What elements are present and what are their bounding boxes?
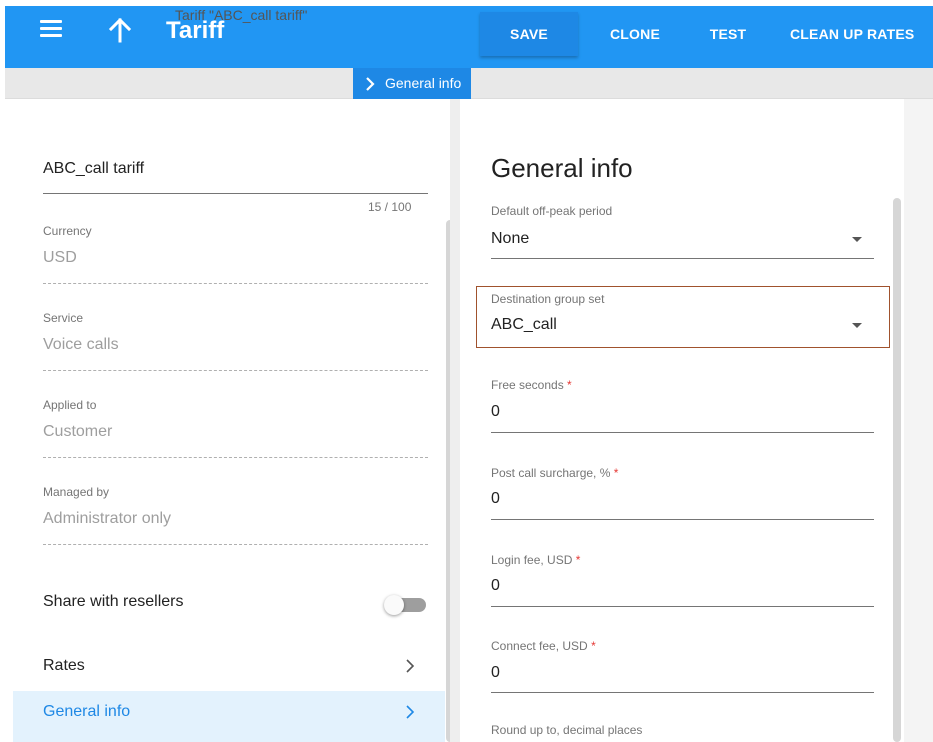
login-fee-value: 0 — [491, 577, 500, 594]
chevron-right-icon — [366, 77, 375, 91]
destination-group-set-value: ABC_call — [491, 316, 557, 333]
panel-scrollbar[interactable] — [893, 198, 901, 742]
divider — [43, 283, 428, 284]
nav-item-label: General info — [43, 703, 131, 720]
nav-item-label: Rates — [43, 657, 85, 674]
save-button[interactable]: SAVE — [480, 12, 578, 56]
arrow-up-icon[interactable] — [108, 17, 132, 43]
managed-by-value: Administrator only — [43, 510, 172, 527]
panel-title: General info — [491, 153, 633, 183]
login-fee-label: Login fee, USD * — [491, 553, 581, 567]
destination-group-set-label: Destination group set — [491, 292, 605, 306]
tariff-name-value: ABC_call tariff — [43, 160, 145, 177]
panel-gutter — [450, 99, 460, 742]
divider — [43, 544, 428, 545]
clone-button[interactable]: CLONE — [600, 12, 670, 56]
share-with-resellers-toggle[interactable] — [384, 595, 428, 615]
underline — [491, 606, 874, 607]
off-peak-period-value: None — [491, 230, 530, 247]
round-up-label: Round up to, decimal places — [491, 723, 643, 737]
chevron-right-icon — [406, 705, 415, 719]
applied-to-label: Applied to — [43, 398, 97, 412]
breadcrumb-current[interactable]: General info — [353, 68, 472, 99]
menu-icon[interactable] — [40, 20, 62, 38]
applied-to-value: Customer — [43, 423, 113, 440]
underline — [491, 432, 874, 433]
nav-item-rates[interactable]: Rates — [13, 645, 445, 687]
service-value: Voice calls — [43, 336, 119, 353]
currency-label: Currency — [43, 224, 92, 238]
divider — [43, 370, 428, 371]
free-seconds-value: 0 — [491, 403, 500, 420]
off-peak-period-label: Default off-peak period — [491, 204, 613, 218]
managed-by-label: Managed by — [43, 485, 110, 499]
service-label: Service — [43, 311, 84, 325]
underline — [491, 519, 874, 520]
breadcrumb-tariff-link[interactable]: Tariff "ABC_call tariff" — [175, 7, 307, 23]
dropdown-arrow-icon — [852, 323, 862, 328]
chevron-right-icon — [406, 659, 415, 673]
tariff-name-input[interactable]: ABC_call tariff — [43, 160, 428, 194]
breadcrumb-current-label: General info — [385, 75, 462, 91]
post-call-surcharge-value: 0 — [491, 490, 500, 507]
right-gutter — [904, 99, 933, 742]
free-seconds-label: Free seconds * — [491, 378, 572, 392]
underline — [491, 692, 874, 693]
dropdown-arrow-icon — [852, 237, 862, 242]
divider — [43, 457, 428, 458]
test-button[interactable]: TEST — [705, 12, 751, 56]
char-counter: 15 / 100 — [368, 200, 412, 214]
connect-fee-label: Connect fee, USD * — [491, 639, 596, 653]
post-call-surcharge-label: Post call surcharge, % * — [491, 466, 619, 480]
share-with-resellers-label: Share with resellers — [43, 593, 184, 610]
connect-fee-value: 0 — [491, 664, 500, 681]
nav-item-general-info[interactable]: General info — [13, 691, 445, 742]
currency-value: USD — [43, 249, 77, 266]
underline — [491, 258, 874, 259]
clean-up-rates-button[interactable]: CLEAN UP RATES — [790, 12, 933, 56]
